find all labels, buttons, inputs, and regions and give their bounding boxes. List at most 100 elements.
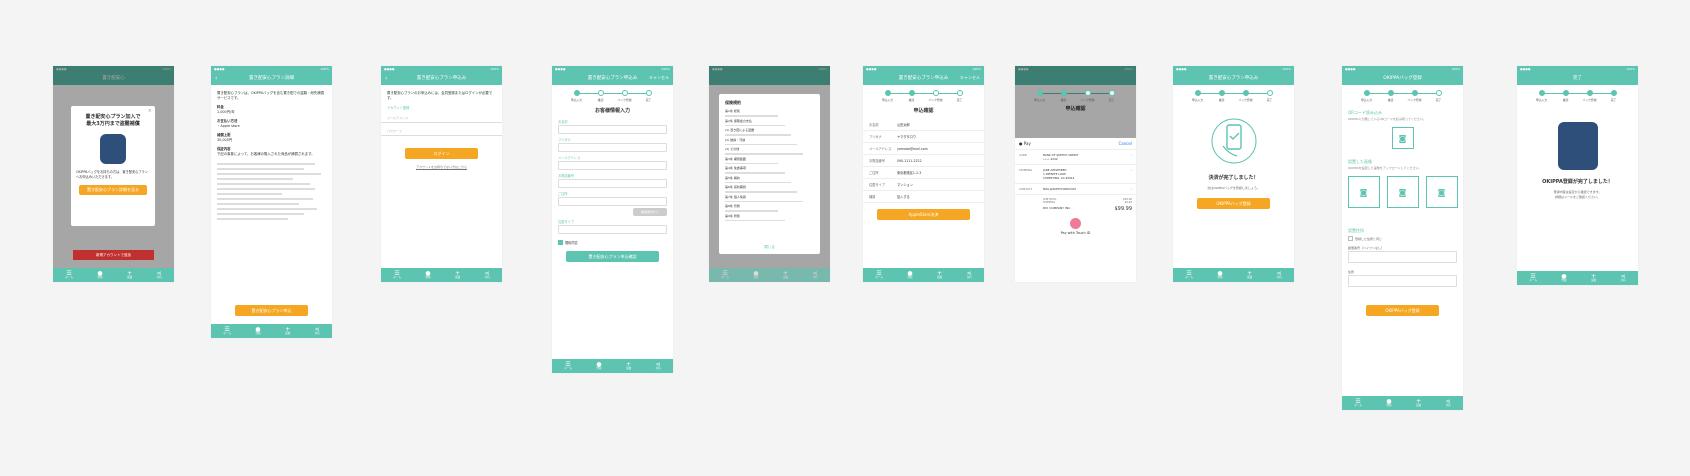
close-button[interactable]: 閉じる [719,245,820,250]
tab-user[interactable]: ● 登録 [1217,270,1222,280]
tab-label: 登録 [1386,403,1392,407]
tab-menu[interactable]: ☰ ホーム [393,270,401,280]
tab-plus[interactable]: + 追加 [626,361,631,371]
step-item: 確認 [1210,90,1234,102]
tab-user[interactable]: ● 登録 [1561,273,1566,283]
terms-line: 第7条 個人情報 [725,194,746,199]
tab-share[interactable]: ⋖ 共有 [1277,270,1282,280]
tab-plus[interactable]: + 追加 [937,270,942,280]
form-input[interactable] [558,161,667,170]
back-icon[interactable]: ‹ [385,75,387,82]
upload-image-2[interactable]: ◙ [1386,176,1419,208]
tab-menu[interactable]: ☰ ホーム [1185,270,1193,280]
password-input[interactable]: パスワード [381,125,502,136]
tab-label: 登録 [596,366,602,370]
tab-menu[interactable]: ☰ ホーム [1354,398,1362,408]
upload-image-1[interactable]: ◙ [1347,176,1380,208]
form-input[interactable] [558,197,667,206]
tab-label: ホーム [393,275,401,279]
cancel-link[interactable]: キャンセル [649,75,669,81]
step-item: 確認 [1379,90,1403,102]
confirm-apply-button[interactable]: 置き配安心プラン申込確認 [566,251,659,262]
zip-lookup-button[interactable]: 郵便番号から [633,208,667,216]
tab-menu[interactable]: ☰ ホーム [721,270,729,280]
tab-share[interactable]: ⋖ 共有 [656,361,661,371]
detail-lines [211,157,332,226]
login-button[interactable]: ログイン [405,148,478,159]
tab-plus[interactable]: + 追加 [126,270,133,280]
tab-plus[interactable]: + 追加 [1246,270,1253,280]
intro-text: 置き配安心プランは、OKIPPAバッグを含む置き配での盗難・紛失補償サービスです… [217,91,325,100]
screen-4: ●●●● 100% 置き配安心プラン申込み キャンセル 申込入力 確認 バック登録 完了 … [552,66,673,373]
step-dot [1266,90,1273,96]
tab-plus[interactable]: + 追加 [1591,273,1596,283]
new-account-button[interactable]: 新規アカウントで追加 [73,250,154,260]
contact-row[interactable]: CONTACT MAIL@SKETCHAPP.COM › [1015,184,1136,195]
tab-menu[interactable]: ☰ ホーム [875,270,883,280]
register-bag-button[interactable]: OKIPPAバッグ登録 [1197,198,1270,209]
back-icon[interactable]: ‹ [215,75,217,82]
step-item: バック登録 [1234,90,1258,102]
touch-id-icon[interactable] [1070,218,1081,229]
progress-steps: 申込入力 確認 バック登録 完了 [552,90,673,102]
tab-user[interactable]: ● 登録 [97,270,102,280]
same-address-checkbox[interactable]: 登録した住所と同じ [1348,236,1457,241]
apply-plan-button[interactable]: 置き配安心プラン申込 [235,305,308,316]
nav-title: 置き配安心プラン申込み [587,76,638,81]
tab-label: 追加 [126,275,133,279]
tab-menu[interactable]: ☰ ホーム [1529,273,1537,283]
step-item: 完了 [1258,90,1282,102]
step-item: 確認 [1554,90,1578,102]
address-input[interactable] [1348,275,1457,287]
cancel-button[interactable]: Cancel [1118,141,1132,146]
step-label: 申込入力 [1033,98,1046,102]
upload-image-3[interactable]: ◙ [1425,176,1458,208]
tab-label: 追加 [1246,275,1253,279]
register-bag-button[interactable]: OKIPPAバッグ登録 [1366,305,1439,316]
form-input[interactable] [558,125,667,134]
tab-plus[interactable]: + 追加 [455,270,460,280]
tab-share[interactable]: ⋖ 共有 [1621,273,1626,283]
agree-checkbox[interactable]: 規約同意 [558,240,667,245]
shipping-row[interactable]: SHIPPING JANE APPLESEED 1 INFINITE LOOP C… [1015,165,1136,184]
tab-plus[interactable]: + 追加 [783,270,788,280]
tab-user[interactable]: ● 登録 [255,326,260,336]
qr-camera-button[interactable]: ◙ [1391,127,1414,149]
card-row[interactable]: CARD BANK OF SKETCH CREDIT •••• 4242 › [1015,150,1136,165]
applestore-pay-button[interactable]: AppleStore決済 [877,209,970,220]
tab-plus[interactable]: + 追加 [285,326,290,336]
tab-share[interactable]: ⋖ 共有 [485,270,490,280]
tab-menu[interactable]: ☰ ホーム [223,326,231,336]
close-icon[interactable]: × [148,108,152,114]
tab-share[interactable]: ⋖ 共有 [315,326,320,336]
tab-bar: ☰ ホーム ● 登録 + 追加 ⋖ 共有 [381,268,502,282]
screen-6: ●●●● 100% 置き配安心プラン申込み キャンセル 申込入力 確認 バック登録 完了 … [863,66,984,282]
tab-user[interactable]: ● 登録 [425,270,430,280]
tab-plus[interactable]: + 追加 [1416,398,1421,408]
tab-share[interactable]: ⋖ 共有 [813,270,818,280]
step-label: 完了 [956,98,963,102]
tab-user[interactable]: ● 登録 [907,270,912,280]
complete-text: 次はOKIPPAバッグを登録しましょう。 [1207,186,1260,190]
tab-menu[interactable]: ☰ ホーム [65,270,73,280]
terms-line: (3) その他 [725,147,740,151]
step-label: 完了 [645,98,652,102]
cancel-link[interactable]: キャンセル [960,75,980,81]
email-input[interactable]: メールアドレス [381,112,502,123]
zip-input[interactable] [1348,251,1457,263]
tab-share[interactable]: ⋖ 共有 [157,270,162,280]
form-input[interactable] [558,143,667,152]
chevron-right-icon: › [1130,153,1132,157]
step-dot [1562,90,1569,96]
form-input[interactable] [558,225,667,234]
register-link[interactable]: アカウントをお持ちでない方はこちら [381,165,502,169]
form-input[interactable] [558,179,667,188]
tab-user[interactable]: ● 登録 [1386,398,1392,408]
tab-share[interactable]: ⋖ 共有 [967,270,972,280]
plan-detail-button[interactable]: 置き配安心プラン詳細を見る [79,185,147,195]
tab-user[interactable]: ● 登録 [753,270,758,280]
step-dot [908,90,915,96]
tab-user[interactable]: ● 登録 [596,361,602,371]
tab-share[interactable]: ⋖ 共有 [1446,398,1451,408]
tab-menu[interactable]: ☰ ホーム [564,361,572,371]
